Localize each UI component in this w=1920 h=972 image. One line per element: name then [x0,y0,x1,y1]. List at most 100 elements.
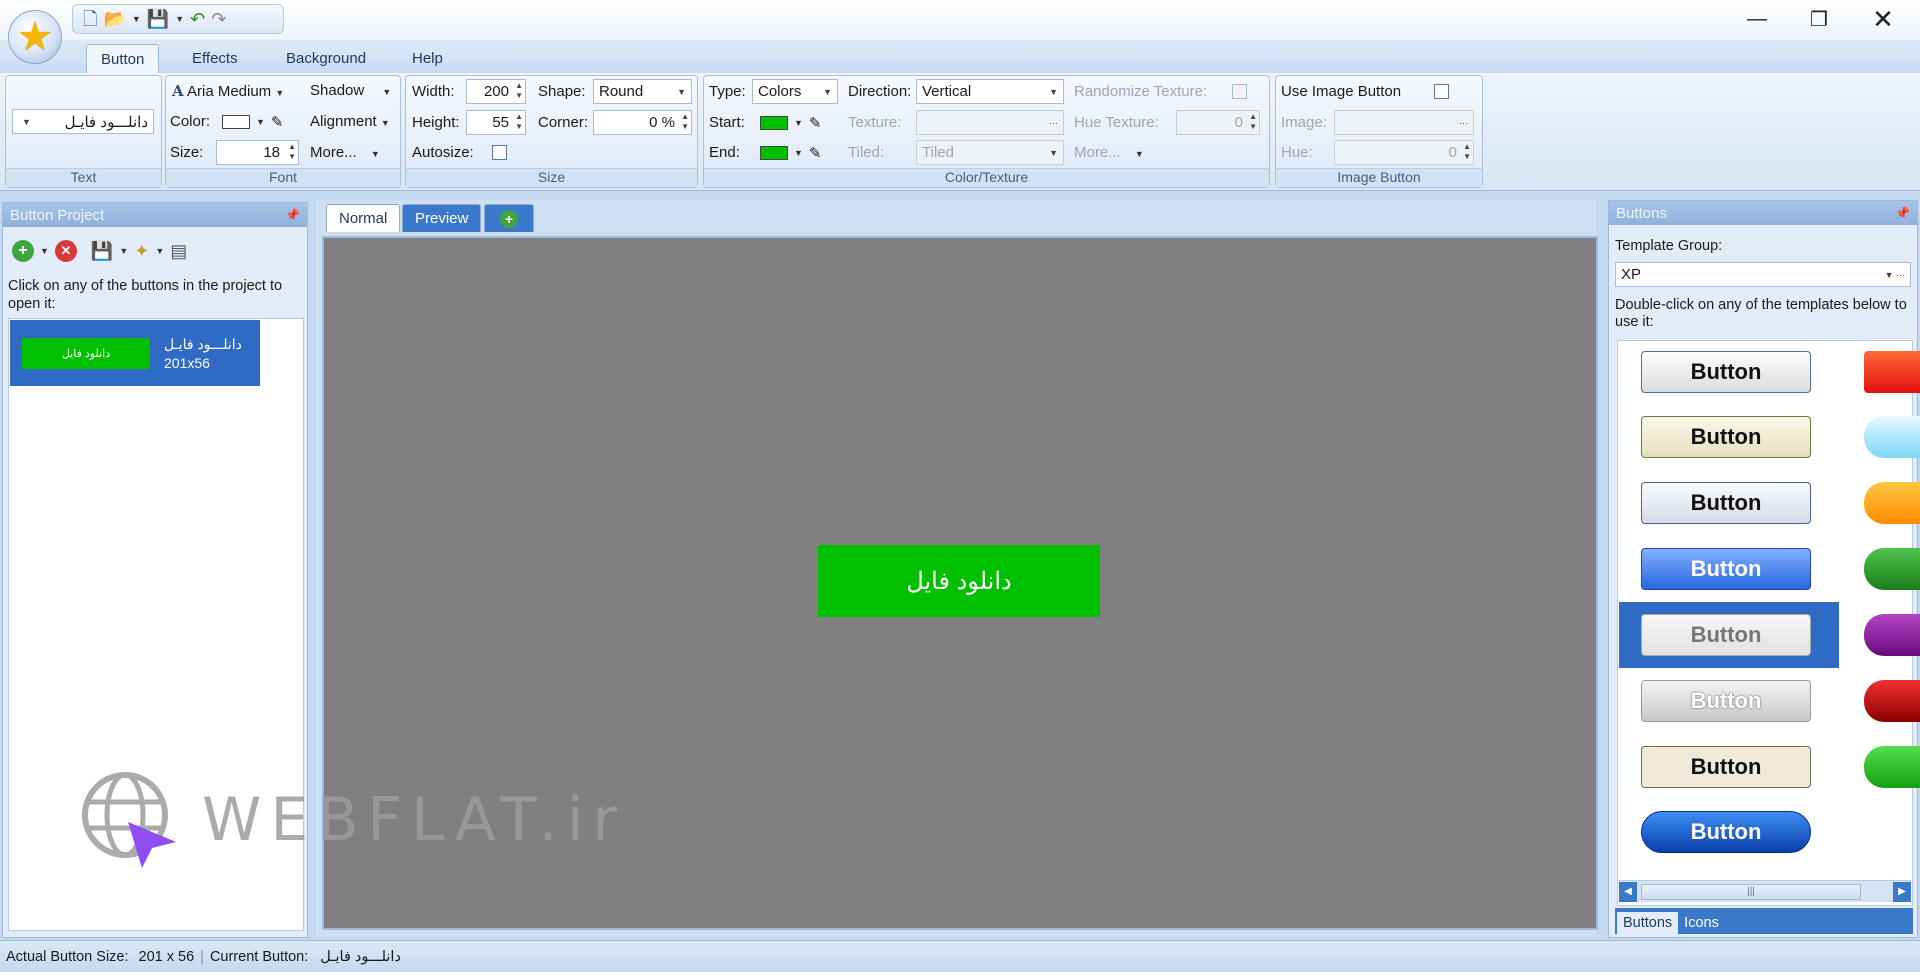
spinner-icon[interactable]: ▲ ▼ [515,81,523,101]
height-value: 55 [492,114,509,131]
preview-button[interactable]: دانلود فایل [818,545,1100,617]
template-button-orange[interactable] [1864,482,1920,524]
close-button[interactable]: ✕ [1858,4,1908,34]
size-label: Size: [170,144,204,161]
template-button-4[interactable]: Button [1641,548,1811,590]
spinner-icon[interactable]: ▲ ▼ [515,112,523,132]
actual-size-value: 201 x 56 [138,948,195,965]
hue-field: 0 ▲ ▼ [1334,140,1474,165]
chevron-down-icon: ▼ [1049,86,1058,97]
chevron-down-icon[interactable]: ▼ [155,246,164,256]
height-field[interactable]: 55 ▲ ▼ [466,110,526,135]
template-button-darkred[interactable] [1864,680,1920,722]
eyedropper-icon[interactable]: ✎ [809,144,822,162]
scroll-left-icon[interactable]: ◀ [1619,881,1637,902]
use-image-button-checkbox[interactable] [1434,84,1449,99]
title-bar [0,0,1920,40]
autosize-checkbox[interactable] [492,145,507,160]
open-folder-icon[interactable]: 📂 [103,9,125,29]
pin-icon[interactable]: 📌 [285,208,300,222]
tab-icons[interactable]: Icons [1678,912,1725,934]
chevron-down-icon: ▼ [794,118,803,128]
tab-background[interactable]: Background [272,44,380,74]
right-panel-tab-strip: Buttons Icons [1615,908,1913,934]
tab-effects[interactable]: Effects [178,44,252,74]
new-file-icon[interactable]: 🗋 [83,9,97,29]
tab-buttons[interactable]: Buttons [1617,912,1679,934]
magic-wand-icon[interactable]: ✦ [134,241,149,261]
template-button-6[interactable]: Button [1641,680,1811,722]
eyedropper-icon[interactable]: ✎ [271,113,284,131]
font-name-label: Aria Medium [186,83,272,100]
alignment-dropdown[interactable]: Alignment ▼ [310,113,390,130]
end-color-picker[interactable]: ▼ ✎ [760,144,822,162]
template-button-2[interactable]: Button [1641,416,1811,458]
direction-dropdown[interactable]: Vertical ▼ [916,79,1064,104]
save-icon[interactable]: 💾 [147,9,169,29]
template-button-green[interactable] [1864,548,1920,590]
shape-dropdown[interactable]: Round ▼ [593,79,692,104]
spinner-icon: ▲ ▼ [1463,142,1471,161]
shadow-dropdown[interactable]: Shadow ▼ [310,82,391,99]
color-swatch [222,115,250,129]
undo-icon[interactable]: ↶ [190,9,205,29]
spinner-icon[interactable]: ▲ ▼ [681,112,689,132]
template-button-purple[interactable] [1864,614,1920,656]
template-button-red[interactable] [1864,351,1920,393]
template-button-5[interactable]: Button [1641,614,1811,656]
add-button-icon[interactable]: + [12,240,34,262]
application-menu-button[interactable]: ★ [8,10,62,64]
group-label: Color/Texture [704,168,1269,187]
minimize-button[interactable]: — [1732,4,1782,34]
corner-field[interactable]: 0 % ▲ ▼ [593,110,692,135]
chevron-down-icon: ▼ [1134,149,1144,159]
tab-button[interactable]: Button [86,44,160,74]
chevron-down-icon[interactable]: ▼ [132,14,141,24]
chevron-down-icon[interactable]: ▼ [40,246,49,256]
add-tab-button[interactable]: + [484,204,534,232]
font-size-field[interactable]: 18 ▲ ▼ [216,140,299,165]
spinner-icon[interactable]: ▲ ▼ [288,142,296,162]
template-horizontal-scrollbar[interactable]: ◀ ||| ▶ [1619,880,1911,902]
font-name-dropdown[interactable]: A Aria Medium ▼ [172,82,284,100]
chevron-down-icon[interactable]: ▼ [175,14,184,24]
tab-help[interactable]: Help [398,44,457,74]
chevron-down-icon[interactable]: ▼ [119,246,128,256]
type-dropdown[interactable]: Colors ▼ [752,79,838,104]
restore-button[interactable]: ❐ [1794,4,1844,34]
direction-label: Direction: [848,83,912,100]
tab-preview[interactable]: Preview [402,204,482,232]
redo-icon[interactable]: ↷ [211,9,226,29]
properties-icon[interactable]: ▤ [170,241,187,261]
chevron-down-icon: ▼ [382,87,392,97]
more-font-dropdown[interactable]: More... ▼ [310,144,380,161]
template-group-dropdown[interactable]: XP ▼ ··· [1615,262,1911,287]
template-button-lime[interactable] [1864,746,1920,788]
template-button-3[interactable]: Button [1641,482,1811,524]
eyedropper-icon[interactable]: ✎ [809,114,822,132]
pin-icon[interactable]: 📌 [1895,206,1910,220]
button-text-value: دانلـــود فایـل [64,113,148,131]
ellipsis-icon: ··· [1049,117,1058,128]
template-button-1[interactable]: Button [1641,351,1811,393]
delete-button-icon[interactable]: ✕ [54,240,77,262]
scroll-thumb[interactable]: ||| [1641,883,1861,900]
ellipsis-icon: ··· [1459,117,1468,128]
scroll-right-icon[interactable]: ▶ [1893,881,1911,902]
template-button-7[interactable]: Button [1641,746,1811,788]
group-label: Text [6,168,161,187]
chevron-down-icon: ▼ [823,86,832,97]
tab-normal[interactable]: Normal [326,204,401,232]
start-color-picker[interactable]: ▼ ✎ [760,114,822,132]
project-item-name: دانلـــود فایـل [164,336,242,352]
star-icon: ★ [17,15,53,59]
quick-access-toolbar: 🗋 📂 ▼ 💾 ▼ ↶ ↷ [72,4,284,34]
chevron-down-icon: ▼ [22,116,31,127]
font-color-picker[interactable]: ▼ ✎ [222,113,284,131]
template-button-aqua[interactable] [1864,416,1920,458]
project-hint: Click on any of the buttons in the proje… [8,278,283,312]
save-icon[interactable]: 💾 [91,241,113,261]
width-field[interactable]: 200 ▲ ▼ [466,79,526,104]
button-text-dropdown[interactable]: دانلـــود فایـل ▼ [12,109,154,134]
template-button-8[interactable]: Button [1641,811,1811,853]
